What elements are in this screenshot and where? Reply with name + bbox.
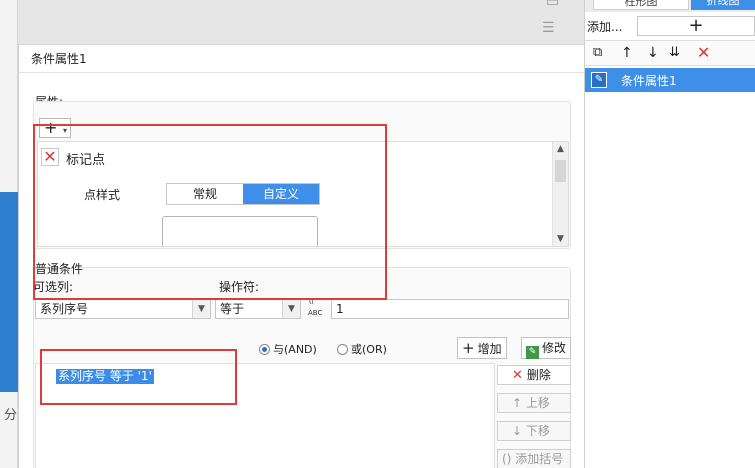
edit-icon: ✎ [526,346,539,359]
edit-condition-button[interactable]: ✎ 修改 [521,337,571,359]
add-parenthesis-button[interactable]: () 添加括号 [497,449,571,468]
add-parenthesis-label: 添加括号 [515,452,564,466]
value-type-icon[interactable]: 𝔞 ABC [308,295,328,319]
arrow-up-icon: ↑ [512,396,526,410]
panel-toolbar: ⧉ ↑ ↓ ⇊ ✕ [585,40,755,66]
logic-or-label: 或(OR) [351,343,387,356]
plus-icon: + [462,339,475,357]
background-partial-text: 分 [4,408,18,423]
add-condition-label: 增加 [477,342,502,356]
move-down-button[interactable]: ↓ 下移 [497,421,571,441]
close-icon: ✕ [512,368,523,383]
list-item-label: 条件属性1 [621,74,677,88]
delete-icon[interactable]: ✕ [697,45,710,61]
tab-bar-chart[interactable]: 柱形图 [593,0,689,10]
copy-icon[interactable]: ⧉ [593,45,602,61]
add-condition-attr-button[interactable]: + [637,16,755,36]
value-type-text: ABC [308,309,323,317]
operator-select-value: 等于 [220,302,245,316]
column-select[interactable]: 系列序号 ▼ [35,299,211,319]
scroll-down-icon[interactable]: ▼ [557,234,564,244]
collapse-icon[interactable]: ▭ [546,0,559,10]
scrollbar[interactable]: ▲ ▼ [552,142,568,246]
add-label: 添加... [587,20,623,34]
operator-select[interactable]: 等于 ▼ [215,299,301,319]
annotation-highlight-box [40,349,237,405]
move-up-button[interactable]: ↑ 上移 [497,393,571,413]
arrow-up-icon[interactable]: ↑ [621,45,633,61]
tab-line-chart[interactable]: 折线图 [691,0,755,10]
chevron-down-icon[interactable]: ▼ [192,300,210,318]
condition-list-panel: 柱形图 折线图 添加... + ⧉ ↑ ↓ ⇊ ✕ ✎ 条件属性1 [584,0,755,468]
scrollbar-thumb[interactable] [555,160,566,182]
add-condition-button[interactable]: + 增加 [457,337,507,359]
radio-dot [259,344,270,355]
column-select-value: 系列序号 [40,302,89,316]
list-icon[interactable]: ☰ [542,20,555,36]
parenthesis-icon: () [502,452,516,466]
delete-condition-button[interactable]: ✕ 删除 [497,365,571,385]
background-chart-bar [0,192,18,392]
background-app-left: 分 [0,0,18,468]
logic-and-label: 与(AND) [273,343,317,356]
chevron-down-icon[interactable]: ▼ [282,300,300,318]
arrow-down-icon: ↓ [512,424,526,438]
list-item[interactable]: ✎ 条件属性1 [585,68,755,92]
logic-or-radio[interactable]: 或(OR) [337,341,387,357]
move-bottom-icon[interactable]: ⇊ [669,45,680,61]
dialog-title: 条件属性1 [19,45,585,73]
edit-condition-label: 修改 [542,341,567,355]
annotation-highlight-box [33,124,387,300]
radio-dot [337,344,348,355]
condition-value-input[interactable]: 1 [331,299,569,319]
move-up-label: 上移 [525,396,550,410]
scroll-up-icon[interactable]: ▲ [557,144,564,154]
pencil-icon: ✎ [591,72,607,88]
background-top-strip: ▭ ☰ [18,0,584,44]
logic-and-radio[interactable]: 与(AND) [259,341,317,357]
move-down-label: 下移 [525,424,550,438]
delete-label: 删除 [526,368,551,382]
arrow-down-icon[interactable]: ↓ [647,45,659,61]
